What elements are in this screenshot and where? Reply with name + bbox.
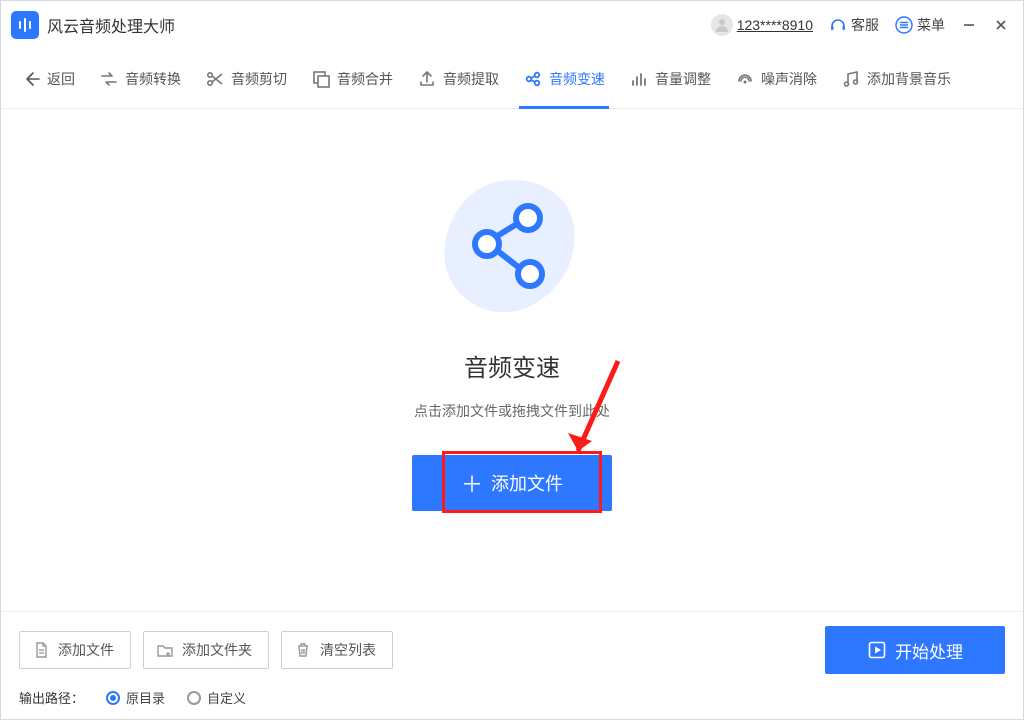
cut-icon — [205, 69, 225, 89]
arrow-left-icon — [21, 69, 41, 89]
start-process-label: 开始处理 — [895, 638, 963, 663]
app-title: 风云音频处理大师 — [47, 13, 175, 37]
tab-label: 音量调整 — [655, 69, 711, 89]
add-folder-button[interactable]: 添加文件夹 — [143, 631, 269, 669]
feature-hint: 点击添加文件或拖拽文件到此处 — [414, 401, 610, 421]
add-file-label: 添加文件 — [58, 640, 114, 660]
user-id: 123****8910 — [737, 17, 813, 33]
tab-audio-cut[interactable]: 音频剪切 — [205, 49, 287, 109]
tab-label: 音频合并 — [337, 69, 393, 89]
convert-icon — [99, 69, 119, 89]
tab-audio-merge[interactable]: 音频合并 — [311, 49, 393, 109]
radio-icon — [106, 691, 120, 705]
back-label: 返回 — [47, 69, 75, 89]
tab-label: 音频剪切 — [231, 69, 287, 89]
radio-custom-dir[interactable]: 自定义 — [187, 688, 246, 707]
play-icon — [867, 640, 887, 660]
trash-icon — [294, 641, 312, 659]
tab-audio-speed[interactable]: 音频变速 — [523, 49, 605, 109]
headset-icon — [829, 16, 847, 34]
avatar-icon — [711, 14, 733, 36]
title-bar: 风云音频处理大师 123****8910 客服 菜单 — [1, 1, 1023, 49]
tab-label: 音频变速 — [549, 69, 605, 89]
extract-icon — [417, 69, 437, 89]
clear-list-button[interactable]: 清空列表 — [281, 631, 393, 669]
folder-add-icon — [156, 641, 174, 659]
app-logo-icon — [11, 11, 39, 39]
support-link[interactable]: 客服 — [829, 15, 879, 35]
feature-title: 音频变速 — [464, 348, 560, 383]
tab-add-bgm[interactable]: 添加背景音乐 — [841, 49, 951, 109]
start-process-button[interactable]: 开始处理 — [825, 626, 1005, 674]
support-label: 客服 — [851, 15, 879, 35]
merge-icon — [311, 69, 331, 89]
tab-label: 音频提取 — [443, 69, 499, 89]
menu-button[interactable]: 菜单 — [895, 15, 945, 35]
minimize-button[interactable] — [961, 17, 977, 33]
add-file-button[interactable]: 添加文件 — [19, 631, 131, 669]
add-folder-label: 添加文件夹 — [182, 640, 252, 660]
radio-icon — [187, 691, 201, 705]
menu-label: 菜单 — [917, 15, 945, 35]
menu-icon — [895, 16, 913, 34]
title-bar-right: 123****8910 客服 菜单 — [711, 14, 1009, 36]
noise-icon — [735, 69, 755, 89]
close-button[interactable] — [993, 17, 1009, 33]
output-path-label: 输出路径： — [19, 688, 84, 707]
tab-label: 音频转换 — [125, 69, 181, 89]
radio-custom-label: 自定义 — [207, 688, 246, 707]
tab-audio-extract[interactable]: 音频提取 — [417, 49, 499, 109]
feature-hero-icon — [432, 170, 592, 330]
speed-icon — [523, 69, 543, 89]
tab-volume-adjust[interactable]: 音量调整 — [629, 49, 711, 109]
app-window: 风云音频处理大师 123****8910 客服 菜单 — [0, 0, 1024, 720]
volume-icon — [629, 69, 649, 89]
main-drop-area[interactable]: 音频变速 点击添加文件或拖拽文件到此处 ＋ 添加文件 — [1, 109, 1023, 611]
bottom-bar: 添加文件 添加文件夹 清空列表 开始处理 — [1, 611, 1023, 719]
bgm-icon — [841, 69, 861, 89]
radio-original-dir[interactable]: 原目录 — [106, 688, 165, 707]
bottom-actions-row: 添加文件 添加文件夹 清空列表 开始处理 — [19, 626, 1005, 674]
tab-label: 噪声消除 — [761, 69, 817, 89]
plus-icon: ＋ — [461, 467, 483, 499]
add-file-primary-button[interactable]: ＋ 添加文件 — [412, 455, 612, 511]
file-add-icon — [32, 641, 50, 659]
tab-audio-convert[interactable]: 音频转换 — [99, 49, 181, 109]
radio-original-label: 原目录 — [126, 688, 165, 707]
tab-label: 添加背景音乐 — [867, 69, 951, 89]
user-account[interactable]: 123****8910 — [711, 14, 813, 36]
back-button[interactable]: 返回 — [21, 49, 75, 109]
toolbar: 返回 音频转换 音频剪切 音频合并 音频提取 — [1, 49, 1023, 109]
output-path-row: 输出路径： 原目录 自定义 — [19, 688, 1005, 707]
add-file-primary-label: 添加文件 — [491, 470, 563, 496]
clear-list-label: 清空列表 — [320, 640, 376, 660]
tab-noise-remove[interactable]: 噪声消除 — [735, 49, 817, 109]
